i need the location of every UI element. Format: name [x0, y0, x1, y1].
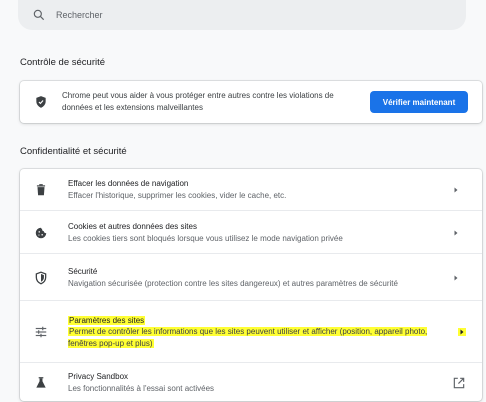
search-bar[interactable]: [18, 0, 466, 30]
safety-check-card: Chrome peut vous aider à vous protéger e…: [20, 81, 482, 123]
list-item-subtitle: Les cookies tiers sont bloqués lorsque v…: [68, 233, 343, 243]
list-item-subtitle: Permet de contrôler les informations que…: [68, 327, 428, 348]
list-item-clear-browsing-data[interactable]: Effacer les données de navigation Efface…: [20, 169, 482, 210]
search-icon: [32, 8, 46, 22]
list-item-subtitle: Navigation sécurisée (protection contre …: [68, 278, 398, 288]
safety-check-description: Chrome peut vous aider à vous protéger e…: [62, 91, 334, 112]
arrow-right-icon: [452, 186, 460, 194]
list-item-privacy-sandbox[interactable]: Privacy Sandbox Les fonctionnalités à l'…: [20, 362, 482, 402]
search-input[interactable]: [56, 10, 356, 20]
list-item-title: Sécurité: [68, 267, 98, 276]
list-item-title: Cookies et autres données des sites: [68, 222, 197, 231]
arrow-right-icon: [452, 274, 460, 282]
list-item-security[interactable]: Sécurité Navigation sécurisée (protectio…: [20, 253, 482, 301]
privacy-card: Effacer les données de navigation Efface…: [20, 169, 482, 401]
list-item-subtitle: Effacer l'historique, supprimer les cook…: [68, 190, 287, 200]
safety-check-heading: Contrôle de sécurité: [20, 57, 106, 68]
list-item-site-settings[interactable]: Paramètres des sites Permet de contrôler…: [20, 300, 482, 363]
list-item-title: Effacer les données de navigation: [68, 179, 189, 188]
list-item-subtitle: Les fonctionnalités à l'essai sont activ…: [68, 383, 215, 393]
shield-icon: [34, 270, 48, 285]
list-item-title: Paramètres des sites: [68, 315, 146, 325]
list-item-title: Privacy Sandbox: [68, 372, 129, 381]
list-item-cookies[interactable]: Cookies et autres données des sites Les …: [20, 210, 482, 254]
arrow-right-icon: [452, 229, 460, 237]
arrow-right-icon: [458, 328, 466, 336]
trash-icon: [34, 183, 48, 197]
tune-icon: [34, 325, 48, 339]
shield-check-icon: [34, 95, 48, 109]
check-now-button[interactable]: Vérifier maintenant: [370, 91, 468, 113]
open-in-new-icon[interactable]: [452, 376, 466, 390]
flask-icon: [34, 376, 48, 390]
cookie-icon: [34, 226, 48, 240]
privacy-heading: Confidentialité et sécurité: [20, 146, 127, 157]
